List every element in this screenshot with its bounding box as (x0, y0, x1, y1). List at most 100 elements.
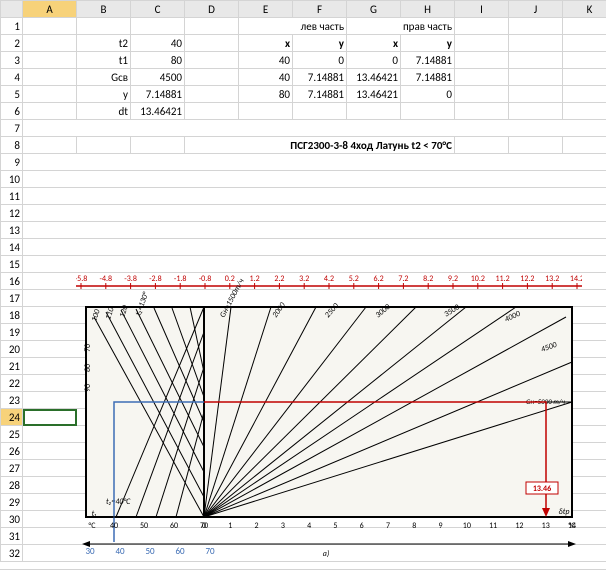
svg-text:7.2: 7.2 (398, 274, 408, 284)
row-27[interactable]: 27 (1, 460, 23, 477)
row-24[interactable]: 24 (1, 409, 23, 426)
input-t2[interactable]: 40 (131, 35, 185, 52)
corner[interactable] (1, 1, 23, 18)
row-5[interactable]: 5 (1, 86, 23, 103)
svg-text:2: 2 (255, 521, 259, 531)
row-3[interactable]: 3 (1, 52, 23, 69)
svg-text:9: 9 (439, 521, 443, 531)
row-4[interactable]: 4 (1, 69, 23, 86)
col-G[interactable]: G (347, 1, 401, 18)
svg-text:3.2: 3.2 (299, 274, 309, 284)
value-y[interactable]: 7.14881 (131, 86, 185, 103)
row-12[interactable]: 12 (1, 205, 23, 222)
lev-2-x[interactable]: 80 (239, 86, 293, 103)
svg-text:0: 0 (202, 521, 206, 531)
row-26[interactable]: 26 (1, 443, 23, 460)
row-14[interactable]: 14 (1, 239, 23, 256)
row-15[interactable]: 15 (1, 256, 23, 273)
svg-text:90: 90 (83, 383, 93, 392)
svg-text:14.2: 14.2 (570, 274, 582, 284)
svg-text:1.2: 1.2 (250, 274, 260, 284)
row-20[interactable]: 20 (1, 341, 23, 358)
prav-0-y[interactable]: 7.14881 (401, 52, 455, 69)
svg-text:-4.8: -4.8 (100, 274, 113, 284)
col-A[interactable]: A (23, 1, 77, 18)
lev-1-x[interactable]: 40 (239, 69, 293, 86)
row-8[interactable]: 8 (1, 137, 23, 154)
prav-x-hdr: x (347, 35, 401, 52)
row-1[interactable]: 1 (1, 18, 23, 35)
svg-text:60: 60 (175, 546, 185, 557)
row-10[interactable]: 10 (1, 171, 23, 188)
row-9[interactable]: 9 (1, 154, 23, 171)
active-cell[interactable] (23, 409, 77, 426)
row-25[interactable]: 25 (1, 426, 23, 443)
row-32[interactable]: 32 (1, 545, 23, 562)
row-22[interactable]: 22 (1, 375, 23, 392)
row-21[interactable]: 21 (1, 358, 23, 375)
row-13[interactable]: 13 (1, 222, 23, 239)
lev-header: лев часть (239, 18, 347, 35)
col-B[interactable]: B (77, 1, 131, 18)
row-29[interactable]: 29 (1, 494, 23, 511)
chart-title: ПСГ2300-3-8 4ход Латунь t2 < 70°C (185, 137, 455, 154)
svg-text:10.2: 10.2 (471, 274, 485, 284)
input-t1[interactable]: 80 (131, 52, 185, 69)
svg-text:-1.8: -1.8 (174, 274, 187, 284)
row-18[interactable]: 18 (1, 307, 23, 324)
prav-1-x[interactable]: 13.46421 (347, 69, 401, 86)
svg-text:2.2: 2.2 (274, 274, 284, 284)
svg-text:6.2: 6.2 (374, 274, 384, 284)
spreadsheet: A B C D E F G H I J K 1 лев часть прав ч… (0, 0, 606, 570)
col-H[interactable]: H (401, 1, 455, 18)
row-19[interactable]: 19 (1, 324, 23, 341)
row-11[interactable]: 11 (1, 188, 23, 205)
lev-0-x[interactable]: 40 (239, 52, 293, 69)
svg-text:13.2: 13.2 (545, 274, 559, 284)
input-Gsv[interactable]: 4500 (131, 69, 185, 86)
row-7[interactable]: 7 (1, 120, 23, 137)
col-F[interactable]: F (293, 1, 347, 18)
label-t1: t1 (77, 52, 131, 69)
col-D[interactable]: D (185, 1, 239, 18)
col-I[interactable]: I (455, 1, 509, 18)
col-C[interactable]: C (131, 1, 185, 18)
nomogram-chart: -5.8-4.8-3.8-2.8-1.8-0.80.21.22.23.24.25… (76, 272, 582, 558)
svg-text:50: 50 (140, 521, 148, 531)
svg-text:11: 11 (489, 521, 497, 531)
row-31[interactable]: 31 (1, 528, 23, 545)
lev-1-y[interactable]: 7.14881 (293, 69, 347, 86)
col-E[interactable]: E (239, 1, 293, 18)
row-16[interactable]: 16 (1, 273, 23, 290)
value-dt[interactable]: 13.46421 (131, 103, 185, 120)
svg-text:12: 12 (515, 521, 523, 531)
lev-2-y[interactable]: 7.14881 (293, 86, 347, 103)
col-K[interactable]: K (563, 1, 606, 18)
prav-2-x[interactable]: 13.46421 (347, 86, 401, 103)
svg-text:13: 13 (542, 521, 550, 531)
prav-y-hdr: y (401, 35, 455, 52)
svg-text:4: 4 (307, 521, 311, 531)
row-30[interactable]: 30 (1, 511, 23, 528)
lev-y-hdr: y (293, 35, 347, 52)
lev-x-hdr: x (239, 35, 293, 52)
lev-0-y[interactable]: 0 (293, 52, 347, 69)
svg-text:3: 3 (281, 521, 285, 531)
row-2[interactable]: 2 (1, 35, 23, 52)
row-28[interactable]: 28 (1, 477, 23, 494)
svg-text:40: 40 (115, 546, 125, 557)
prav-1-y[interactable]: 7.14881 (401, 69, 455, 86)
prav-2-y[interactable]: 0 (401, 86, 455, 103)
prav-0-x[interactable]: 0 (347, 52, 401, 69)
prav-header: прав часть (347, 18, 455, 35)
svg-text:9.2: 9.2 (448, 274, 458, 284)
col-J[interactable]: J (509, 1, 563, 18)
row-23[interactable]: 23 (1, 392, 23, 409)
svg-text:70: 70 (205, 546, 215, 557)
row-6[interactable]: 6 (1, 103, 23, 120)
svg-text:5.2: 5.2 (349, 274, 359, 284)
svg-text:-3.8: -3.8 (124, 274, 137, 284)
svg-text:7: 7 (386, 521, 390, 531)
row-17[interactable]: 17 (1, 290, 23, 307)
svg-text:10: 10 (463, 521, 471, 531)
